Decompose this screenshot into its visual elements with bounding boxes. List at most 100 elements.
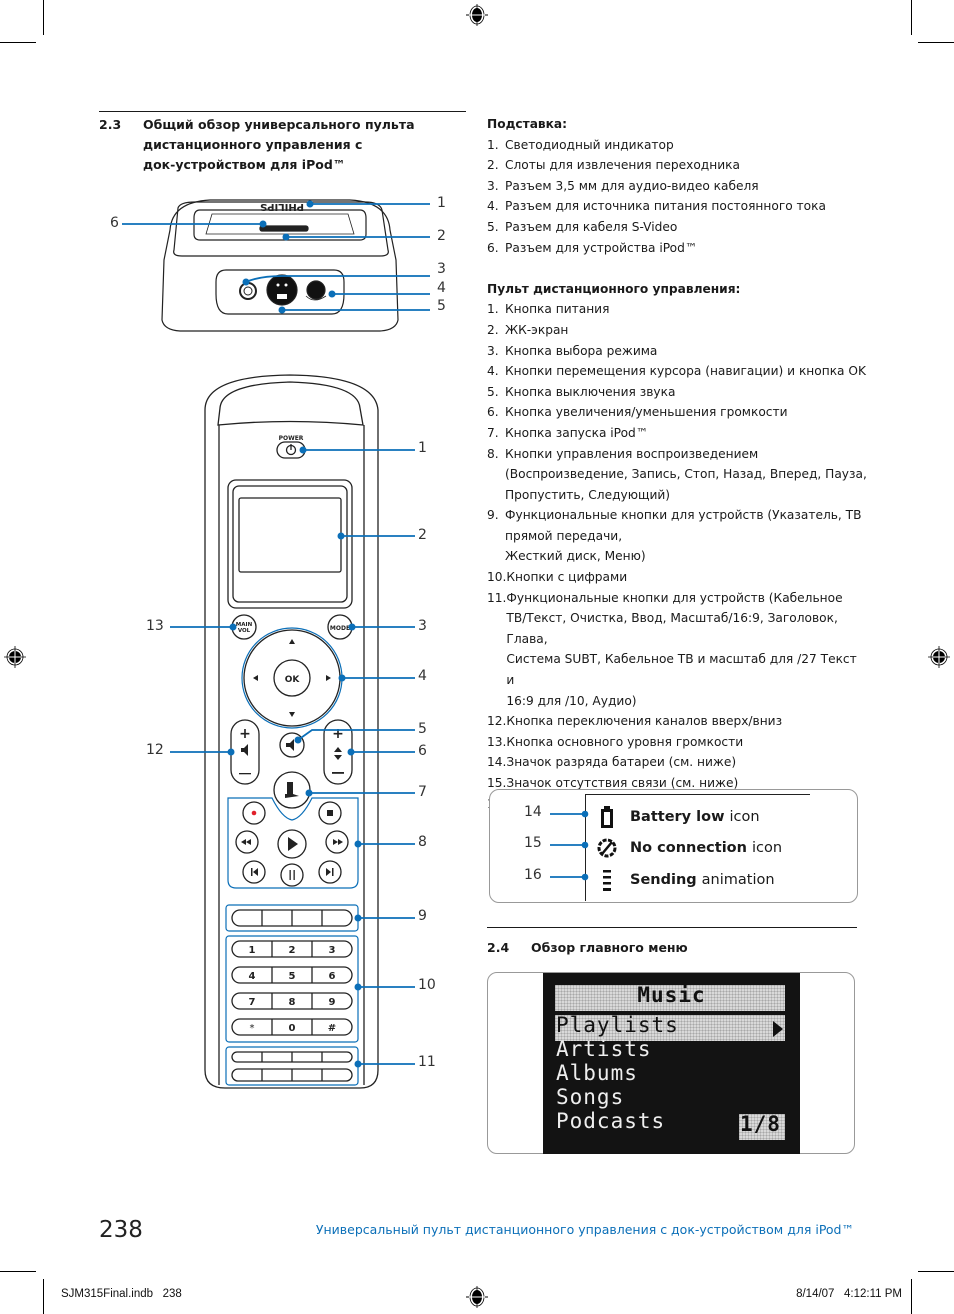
list-text: Разъем для устройства iPod™: [505, 240, 698, 255]
status-callout-16: 16: [524, 867, 542, 883]
key-3: 3: [329, 945, 336, 956]
status-label-bold: Sending: [630, 872, 697, 888]
list-text-line: 16:9 для /10, Аудио): [506, 693, 637, 708]
dock-brand-logo: PHILIPS: [260, 201, 304, 212]
list-number: 13.: [487, 734, 507, 749]
list-text: Кнопка увеличения/уменьшения громкости: [505, 402, 788, 423]
list-text: Функциональные кнопки для устройств (Каб…: [506, 588, 867, 712]
remote-callout-11: 11: [418, 1054, 436, 1070]
list-number: 14.: [487, 755, 507, 770]
dock-callout-3: 3: [437, 261, 446, 277]
dock-callout-4: 4: [437, 280, 446, 296]
list-number: 3.: [487, 178, 499, 193]
list-text-line: прямой передачи,: [505, 528, 623, 543]
list-text-line: Кнопка выбора режима: [505, 343, 658, 358]
dock-list-item: 5. Разъем для кабеля S-Video: [487, 217, 867, 238]
list-number: 12.: [487, 714, 507, 729]
remote-callout-3: 3: [418, 618, 427, 634]
remote-list-item: 5. Кнопка выключения звука: [487, 382, 867, 403]
list-text: Разъем для источника питания постоянного…: [505, 199, 826, 214]
lcd-menu-item[interactable]: Artists: [556, 1037, 652, 1061]
section-2-4-heading: 2.4 Обзор главного меню: [487, 938, 857, 960]
key-5: 5: [289, 971, 296, 982]
key-8: 8: [289, 997, 296, 1008]
crop-mark: [0, 1271, 36, 1272]
status-label-bold: Battery low: [630, 809, 725, 825]
list-text-line: Пропустить, Следующий): [505, 487, 671, 502]
list-text: ЖК-экран: [505, 320, 568, 341]
status-callout-14: 14: [524, 804, 542, 820]
remote-list-item: 4. Кнопки перемещения курсора (навигации)…: [487, 361, 867, 382]
key-star: *: [250, 1023, 255, 1034]
crop-mark: [43, 1279, 44, 1314]
key-hash: #: [328, 1023, 336, 1034]
mode-label: MODE: [330, 625, 350, 632]
list-number: 1.: [487, 137, 499, 152]
section-number: 2.4: [487, 940, 510, 955]
list-text-line: Кнопка основного уровня громкости: [506, 734, 744, 749]
status-callout-15: 15: [524, 835, 542, 851]
status-row-battery: Battery low icon: [596, 804, 760, 830]
status-row-sending: Sending animation: [596, 867, 775, 893]
section-title-line: Общий обзор универсального пульта: [143, 117, 415, 132]
list-text: Кнопки с цифрами: [506, 567, 627, 588]
lcd-menu-item[interactable]: Playlists: [556, 1013, 679, 1037]
registration-mark-icon: [928, 646, 950, 668]
lcd-menu-item[interactable]: Albums: [556, 1061, 638, 1085]
list-text-line: Кнопки перемещения курсора (навигации) и…: [505, 364, 866, 379]
list-text-line: Значок разряда батареи (см. ниже): [506, 755, 737, 770]
crop-mark: [0, 42, 36, 43]
registration-mark-icon: [466, 1286, 488, 1308]
dock-parts-list: Подставка: 1. Светодиодный индикатор 2. Сло…: [487, 114, 867, 814]
list-text: Кнопка выбора режима: [505, 341, 657, 362]
list-text: Кнопка основного уровня громкости: [506, 732, 743, 753]
no-connection-icon: [597, 838, 617, 858]
battery-low-icon: [601, 806, 613, 828]
lcd-menu-item[interactable]: Podcasts: [556, 1109, 665, 1133]
list-text: Кнопка питания: [505, 299, 609, 320]
list-number: 6.: [487, 405, 499, 420]
list-text-line: Кнопки с цифрами: [506, 570, 628, 585]
status-label-rest: icon: [751, 840, 783, 856]
dock-list-item: 6. Разъем для устройства iPod™: [487, 238, 867, 259]
remote-list-item: 10. Кнопки с цифрами: [487, 567, 867, 588]
lcd-menu-item[interactable]: Songs: [556, 1085, 624, 1109]
key-7: 7: [249, 997, 256, 1008]
ok-label: OK: [285, 675, 301, 685]
list-text: Функциональные кнопки для устройств (Ука…: [505, 505, 861, 567]
list-text-line: Кнопка переключения каналов вверх/вниз: [506, 714, 783, 729]
list-text-line: Функциональные кнопки для устройств (Каб…: [506, 590, 843, 605]
list-number: 2.: [487, 322, 499, 337]
remote-callout-8: 8: [418, 834, 427, 850]
list-text-line: Кнопка увеличения/уменьшения громкости: [505, 405, 788, 420]
lcd-screen: Music Playlists Artists Albums Songs Pod…: [543, 973, 800, 1154]
list-number: 2.: [487, 158, 499, 173]
remote-list-item: 1. Кнопка питания: [487, 299, 867, 320]
main-vol-label: VOL: [238, 628, 251, 634]
dock-illustration: PHILIPS: [122, 199, 430, 332]
list-text-line: Функциональные кнопки для устройств (Ука…: [505, 508, 862, 523]
power-label: POWER: [279, 435, 304, 442]
remote-list-item: 9. Функциональные кнопки для устройств (У…: [487, 505, 867, 567]
remote-list-item: 13. Кнопка основного уровня громкости: [487, 732, 867, 753]
chevron-right-icon: [773, 1021, 783, 1037]
remote-callout-10: 10: [418, 977, 436, 993]
section-rule: [99, 111, 466, 112]
crop-mark: [911, 1279, 912, 1314]
dock-list-item: 1. Светодиодный индикатор: [487, 135, 867, 156]
dock-list-heading: Подставка:: [487, 117, 568, 131]
list-text: Значок разряда батареи (см. ниже): [506, 752, 736, 773]
status-row-no-connection: No connection icon: [596, 835, 782, 861]
list-number: 6.: [487, 240, 499, 255]
list-text-line: Жесткий диск, Меню): [505, 549, 646, 564]
remote-list-item: 2. ЖК-экран: [487, 320, 867, 341]
remote-illustration: POWER MAIN VOL MODE OK + + 1 2 3 4 5 6 7…: [170, 374, 415, 1089]
status-label-rest: animation: [701, 872, 775, 888]
remote-list-item: 7. Кнопка запуска iPod™: [487, 423, 867, 444]
list-text-line: Кнопки управления воспроизведением: [505, 446, 759, 461]
list-text: Кнопки управления воспроизведением (Воспр…: [505, 444, 867, 506]
remote-callout-4: 4: [418, 668, 427, 684]
list-number: 5.: [487, 219, 499, 234]
list-text: Разъем 3,5 мм для аудио-видео кабеля: [505, 178, 759, 193]
list-text-line: Кнопка питания: [505, 302, 610, 317]
